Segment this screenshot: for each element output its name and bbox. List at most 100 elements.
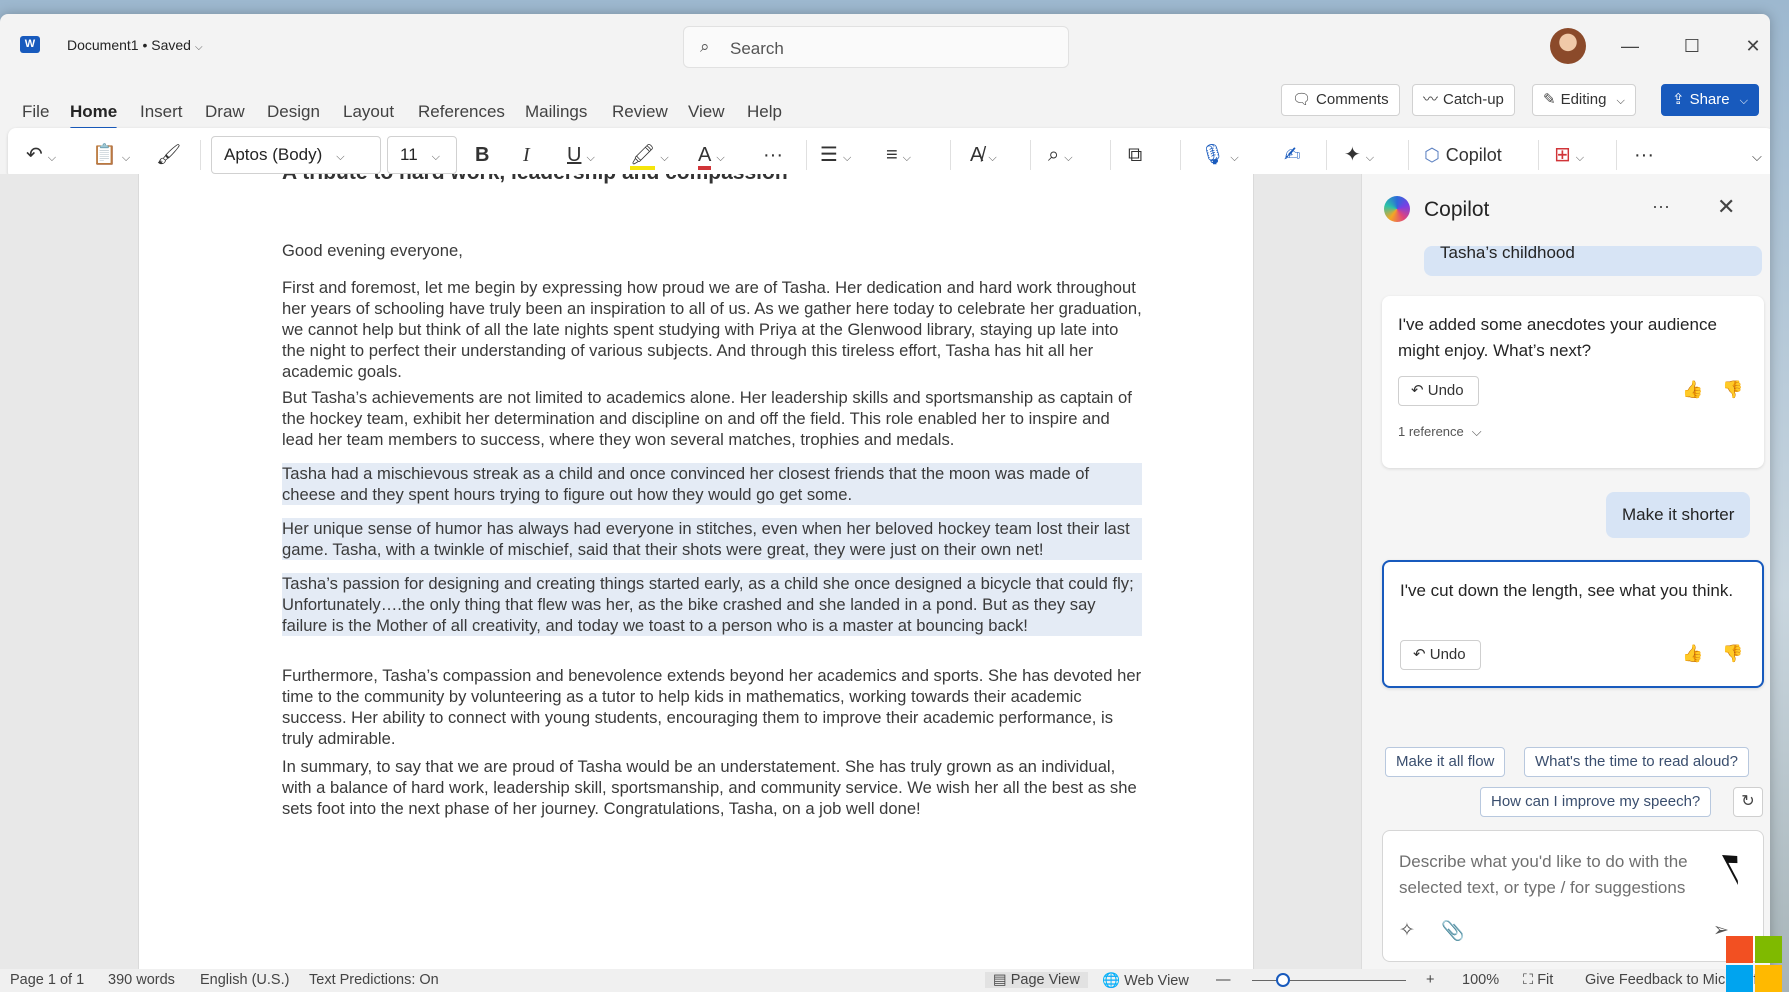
grid-icon: ⊞ [1554,144,1571,166]
close-button[interactable]: ✕ [1738,36,1768,57]
sparkle-prompts-icon[interactable]: ✧ [1399,919,1415,942]
maximize-button[interactable]: ☐ [1677,36,1707,57]
designer-button[interactable]: ✦ ⌵ [1344,141,1374,169]
comments-button[interactable]: 🗨 Comments [1281,84,1400,116]
search-box[interactable]: ⌕ Search [683,26,1069,68]
copilot-ribbon-button[interactable]: ⬡ Copilot [1424,141,1502,169]
tab-references[interactable]: References [418,102,505,122]
collapse-ribbon-icon[interactable]: ⌵ [1752,143,1762,171]
suggestion-chip[interactable]: What's the time to read aloud? [1524,747,1749,777]
zoom-level[interactable]: 100% [1462,972,1499,988]
word-count[interactable]: 390 words [108,972,175,988]
attach-icon[interactable]: 📎 [1441,919,1465,943]
fit-button[interactable]: ⛶ Fit [1523,972,1553,988]
page-view-button[interactable]: ▤ Page View [985,972,1088,988]
tab-layout[interactable]: Layout [343,102,394,122]
styles-button[interactable]: A̸ ⌵ [970,141,997,169]
underline-button[interactable]: U ⌵ [567,141,595,169]
highlight-button[interactable]: 🖍 ⌵ [630,141,669,170]
suggestion-chip[interactable]: How can I improve my speech? [1480,787,1712,817]
zoom-slider-handle[interactable] [1275,973,1290,987]
copilot-title: Copilot [1424,198,1490,221]
undo-button[interactable]: ↶ Undo [1400,640,1481,670]
suggestion-chip[interactable]: Make it all flow [1385,747,1506,777]
web-view-icon: 🌐 [1102,973,1125,989]
more-formatting-button[interactable]: ··· [763,141,783,169]
tab-view[interactable]: View [688,102,725,122]
tab-insert[interactable]: Insert [140,102,183,122]
pencil-icon: ✎ [1543,91,1556,108]
comments-label: Comments [1316,91,1389,108]
undo-button[interactable]: ↶ Undo [1398,376,1479,406]
divider [200,140,201,170]
italic-button[interactable]: I [523,141,530,169]
share-label: Share [1689,91,1730,108]
document-title[interactable]: Document1 • Saved ⌵ [67,37,203,53]
add-ins-button[interactable]: ⊞ ⌵ [1554,141,1584,169]
divider [1030,140,1031,170]
thumbs-up-icon[interactable]: 👍 [1682,380,1703,400]
tab-review[interactable]: Review [612,102,668,122]
page-view-label: Page View [1010,972,1080,988]
underline-label: U [567,144,582,166]
tab-help[interactable]: Help [747,102,782,122]
chevron-down-icon: ⌵ [336,151,345,163]
tab-design[interactable]: Design [267,102,320,122]
highlighter-icon: 🖍 [630,144,656,170]
bullets-button[interactable]: ☰ ⌵ [820,141,851,169]
user-message: Tasha’s childhood [1424,246,1762,276]
bold-button[interactable]: B [475,141,489,169]
search-icon: ⌕ [1048,144,1060,166]
tab-file[interactable]: File [22,102,49,122]
dictate-button[interactable]: 🎙 ⌵ [1200,141,1239,169]
align-icon: ≡ [886,144,898,166]
page-count[interactable]: Page 1 of 1 [10,972,84,988]
refresh-suggestions-icon[interactable]: ↻ [1733,787,1763,817]
font-color-button[interactable]: A ⌵ [698,141,725,170]
find-button[interactable]: ⌕ ⌵ [1048,141,1073,169]
fit-label: Fit [1537,972,1554,988]
word-window: W Document1 • Saved ⌵ ⌕ Search — ☐ ✕ File… [0,14,1770,992]
undo-icon: ↶ [26,144,43,166]
language[interactable]: English (U.S.) [200,972,289,988]
chevron-down-icon: ⌵ [47,152,57,164]
zoom-in-button[interactable]: + [1426,972,1434,988]
catchup-button[interactable]: 〰 Catch-up [1412,84,1515,116]
copilot-composer[interactable]: Describe what you'd like to do with the … [1382,830,1764,962]
paste-button[interactable]: 📋 ⌵ [92,141,130,169]
document-page[interactable]: A tribute to hard work, leadership and c… [138,174,1254,969]
divider [1110,140,1111,170]
more-options-button[interactable]: ··· [1652,196,1670,217]
tab-draw[interactable]: Draw [205,102,245,122]
editing-label: Editing [1560,91,1607,108]
close-pane-button[interactable]: ✕ [1717,194,1735,220]
text-predictions[interactable]: Text Predictions: On [309,972,439,988]
font-size-select[interactable]: 11 ⌵ [387,136,457,174]
tab-home[interactable]: Home [70,102,118,130]
rewrite-button[interactable]: ✍ [1284,141,1301,169]
minimize-button[interactable]: — [1615,36,1645,57]
pen-lines-icon: ✍ [1284,144,1301,166]
thumbs-down-icon[interactable]: 👎 [1722,644,1743,664]
web-view-button[interactable]: 🌐 Web View [1102,972,1189,989]
chevron-down-icon: ⌵ [1365,152,1375,164]
thumbs-down-icon[interactable]: 👎 [1722,380,1743,400]
zoom-out-button[interactable]: — [1216,972,1231,988]
more-options-button[interactable]: ··· [1634,141,1654,169]
avatar[interactable] [1550,28,1586,64]
align-button[interactable]: ≡ ⌵ [886,141,911,169]
tab-mailings[interactable]: Mailings [525,102,587,122]
editing-mode-button[interactable]: ✎ Editing ⌵ [1532,84,1636,116]
chevron-down-icon: ⌵ [121,152,131,164]
font-name-select[interactable]: Aptos (Body) ⌵ [211,136,381,174]
highlighted-paragraph: Her unique sense of humor has always had… [282,518,1142,560]
undo-ribbon-button[interactable]: ↶ ⌵ [26,141,56,169]
reference-toggle[interactable]: 1 reference ⌵ [1398,424,1482,440]
share-button[interactable]: ⇪ Share ⌵ [1661,84,1759,116]
thumbs-up-icon[interactable]: 👍 [1682,644,1703,664]
paragraph: But Tasha’s achievements are not limited… [282,388,1132,449]
bullet-list-icon: ☰ [820,144,838,166]
editor-button[interactable]: ⧉ [1128,141,1142,169]
format-painter-button[interactable]: 🖌 [156,141,181,169]
paragraph: Good evening everyone, [282,241,463,260]
